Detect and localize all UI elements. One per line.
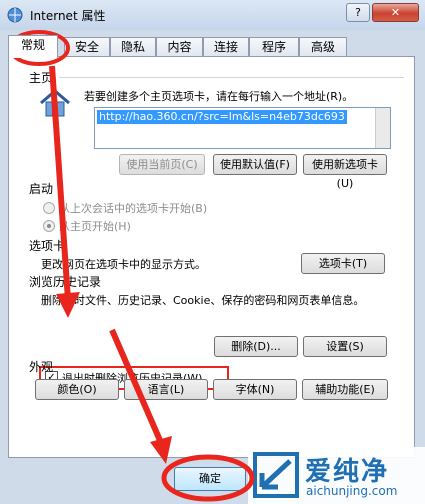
tab-connections[interactable]: 连接: [203, 37, 249, 57]
home-page-label: 主页: [29, 71, 54, 85]
watermark-url: aichunjing.com: [306, 484, 398, 498]
delete-history-button[interactable]: 删除(D)...: [214, 336, 298, 357]
accessibility-button[interactable]: 辅助功能(E): [302, 379, 388, 400]
appearance-label: 外观: [29, 360, 54, 374]
radio-last-session-label: 从上次会话中的选项卡开始(B): [59, 202, 208, 215]
home-page-url: http://hao.360.cn/?src=lm&ls=n4eb73dc693: [97, 110, 347, 124]
colors-button[interactable]: 颜色(O): [35, 379, 119, 400]
home-page-url-input[interactable]: http://hao.360.cn/?src=lm&ls=n4eb73dc693: [94, 107, 391, 149]
tab-security[interactable]: 安全: [64, 37, 110, 57]
house-icon: [40, 89, 70, 117]
tab-general[interactable]: 常规: [8, 35, 58, 58]
use-new-tab-button[interactable]: 使用新选项卡(U): [303, 154, 387, 190]
help-button[interactable]: ?: [346, 3, 370, 22]
startup-label: 启动: [29, 182, 54, 196]
radio-last-session[interactable]: [43, 202, 55, 214]
tab-content[interactable]: 内容: [156, 37, 203, 57]
history-label: 浏览历史记录: [29, 275, 102, 289]
watermark: 爱纯净 aichunjing.com: [248, 447, 425, 504]
ok-button[interactable]: 确定: [174, 467, 246, 491]
home-page-hint: 若要创建多个主页选项卡，请在每行输入一个地址(R)。: [84, 90, 354, 103]
internet-options-icon: [7, 7, 23, 23]
url-scrollbar[interactable]: [375, 108, 390, 148]
radio-home-page[interactable]: [43, 220, 55, 232]
languages-button[interactable]: 语言(L): [124, 379, 208, 400]
tabs-section-hint: 更改网页在选项卡中的显示方式。: [41, 258, 206, 271]
tab-advanced[interactable]: 高级: [299, 37, 347, 57]
general-panel: 主页 若要创建多个主页选项卡，请在每行输入一个地址(R)。 http://hao…: [8, 56, 415, 458]
tab-privacy[interactable]: 隐私: [110, 37, 156, 57]
use-default-button[interactable]: 使用默认值(F): [213, 154, 297, 175]
history-settings-button[interactable]: 设置(S): [303, 336, 387, 357]
tabs-section-label: 选项卡: [29, 239, 66, 253]
divider: [59, 77, 404, 78]
close-button[interactable]: ✕: [372, 3, 419, 22]
use-current-button[interactable]: 使用当前页(C): [119, 154, 205, 175]
radio-home-page-label: 从主页开始(H): [59, 220, 131, 233]
watermark-logo-icon: [253, 452, 299, 498]
title-bar: Internet 属性 ? ✕: [0, 0, 425, 30]
window-title: Internet 属性: [30, 9, 106, 23]
history-hint: 删除临时文件、历史记录、Cookie、保存的密码和网页表单信息。: [41, 294, 365, 307]
tab-programs[interactable]: 程序: [249, 37, 299, 57]
tabs-settings-button[interactable]: 选项卡(T): [301, 253, 385, 274]
watermark-text: 爱纯净: [305, 457, 390, 487]
fonts-button[interactable]: 字体(N): [213, 379, 297, 400]
